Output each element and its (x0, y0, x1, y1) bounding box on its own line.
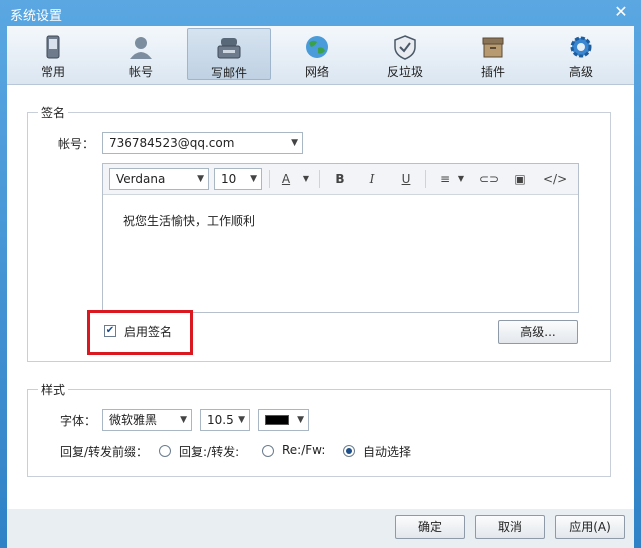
write-mail-icon (217, 38, 241, 59)
account-label: 帐号： (58, 137, 95, 151)
chevron-down-icon[interactable]: ▼ (452, 171, 470, 187)
title-bar: 系统设置 ✕ (0, 0, 641, 26)
ok-button[interactable]: 确定 (395, 515, 465, 539)
font-family-select[interactable]: Verdana ▼ (109, 168, 209, 190)
signature-group-title: 签名 (38, 104, 69, 121)
tab-antispam[interactable]: 反垃圾 (363, 28, 447, 80)
settings-window: 系统设置 ✕ 常用 帐号 写邮件 网络 反垃圾 插件 高级 签名 帐号： 736… (0, 0, 641, 548)
italic-button[interactable]: I (363, 171, 381, 187)
cancel-button[interactable]: 取消 (475, 515, 545, 539)
settings-content: 签名 帐号： 736784523@qq.com ▼ Verdana ▼ 10 ▼ (7, 85, 634, 509)
style-size-select[interactable]: 10.5 ▼ (200, 409, 250, 431)
style-group-title: 样式 (38, 381, 69, 398)
tab-label: 网络 (304, 65, 329, 79)
account-select[interactable]: 736784523@qq.com ▼ (102, 132, 303, 154)
tab-label: 常用 (40, 65, 65, 79)
style-group: 样式 字体： 微软雅黑 ▼ 10.5 ▼ ▼ 回复/转发前缀： 回复:/转发: … (27, 381, 611, 477)
tab-label: 反垃圾 (386, 65, 423, 79)
settings-toolbar: 常用 帐号 写邮件 网络 反垃圾 插件 高级 (7, 26, 634, 85)
editor-toolbar: Verdana ▼ 10 ▼ A ▼ B I U ≡ ▼ ⊂⊃ ▣ </> (103, 164, 578, 195)
font-label: 字体： (60, 414, 97, 428)
prefix-option-label: Re:/Fw: (282, 443, 326, 457)
highlight-box (87, 310, 193, 355)
font-family-value: Verdana (116, 172, 166, 186)
user-icon (130, 37, 152, 59)
source-code-button[interactable]: </> (543, 171, 567, 187)
toolbar-separator (269, 170, 270, 188)
phone-icon (46, 35, 60, 59)
apply-button[interactable]: 应用(A) (555, 515, 625, 539)
tab-label: 高级 (568, 65, 593, 79)
tab-advanced[interactable]: 高级 (539, 28, 623, 80)
prefix-label: 回复/转发前缀： (60, 445, 149, 459)
style-font-select[interactable]: 微软雅黑 ▼ (102, 409, 192, 431)
signature-editor: Verdana ▼ 10 ▼ A ▼ B I U ≡ ▼ ⊂⊃ ▣ </> 祝您… (102, 163, 579, 313)
toolbar-separator (319, 170, 320, 188)
globe-icon (306, 36, 328, 58)
font-color-icon[interactable]: A (277, 171, 295, 187)
dialog-footer: 确定 取消 应用(A) (7, 509, 634, 548)
chevron-down-icon[interactable]: ▼ (297, 171, 315, 187)
signature-advanced-button[interactable]: 高级... (498, 320, 578, 344)
window-title: 系统设置 (10, 9, 63, 24)
bold-button[interactable]: B (331, 171, 349, 187)
color-swatch (265, 415, 289, 425)
chevron-down-icon: ▼ (238, 415, 245, 425)
chevron-down-icon: ▼ (180, 415, 187, 425)
chevron-down-icon: ▼ (250, 174, 257, 184)
tab-plugins[interactable]: 插件 (451, 28, 535, 80)
prefix-option-label: 回复:/转发: (179, 445, 240, 459)
image-icon[interactable]: ▣ (511, 171, 529, 187)
prefix-radio-reply-forward[interactable] (159, 445, 171, 457)
tab-network[interactable]: 网络 (275, 28, 359, 80)
chevron-down-icon: ▼ (291, 138, 298, 148)
chevron-down-icon: ▼ (197, 174, 204, 184)
tab-compose[interactable]: 写邮件 (187, 28, 271, 80)
tab-account[interactable]: 帐号 (99, 28, 183, 80)
prefix-option-label: 自动选择 (363, 445, 412, 459)
shield-icon (394, 35, 416, 60)
prefix-radio-re-fw[interactable] (262, 445, 274, 457)
style-size-value: 10.5 (207, 413, 234, 427)
plugin-box-icon (482, 37, 504, 58)
underline-button[interactable]: U (397, 171, 415, 187)
style-color-select[interactable]: ▼ (258, 409, 309, 431)
font-size-value: 10 (221, 172, 237, 186)
link-icon[interactable]: ⊂⊃ (479, 171, 499, 187)
chevron-down-icon: ▼ (297, 415, 304, 425)
tab-label: 插件 (480, 65, 505, 79)
tab-general[interactable]: 常用 (11, 28, 95, 80)
prefix-radio-auto[interactable] (343, 445, 355, 457)
close-icon[interactable]: ✕ (611, 2, 631, 22)
style-font-value: 微软雅黑 (109, 413, 158, 427)
font-size-select[interactable]: 10 ▼ (214, 168, 262, 190)
gear-icon (570, 36, 592, 58)
account-value: 736784523@qq.com (109, 136, 235, 150)
toolbar-separator (425, 170, 426, 188)
signature-text[interactable]: 祝您生活愉快，工作顺利 (123, 212, 255, 229)
tab-label: 帐号 (128, 65, 153, 79)
tab-label: 写邮件 (210, 66, 247, 80)
